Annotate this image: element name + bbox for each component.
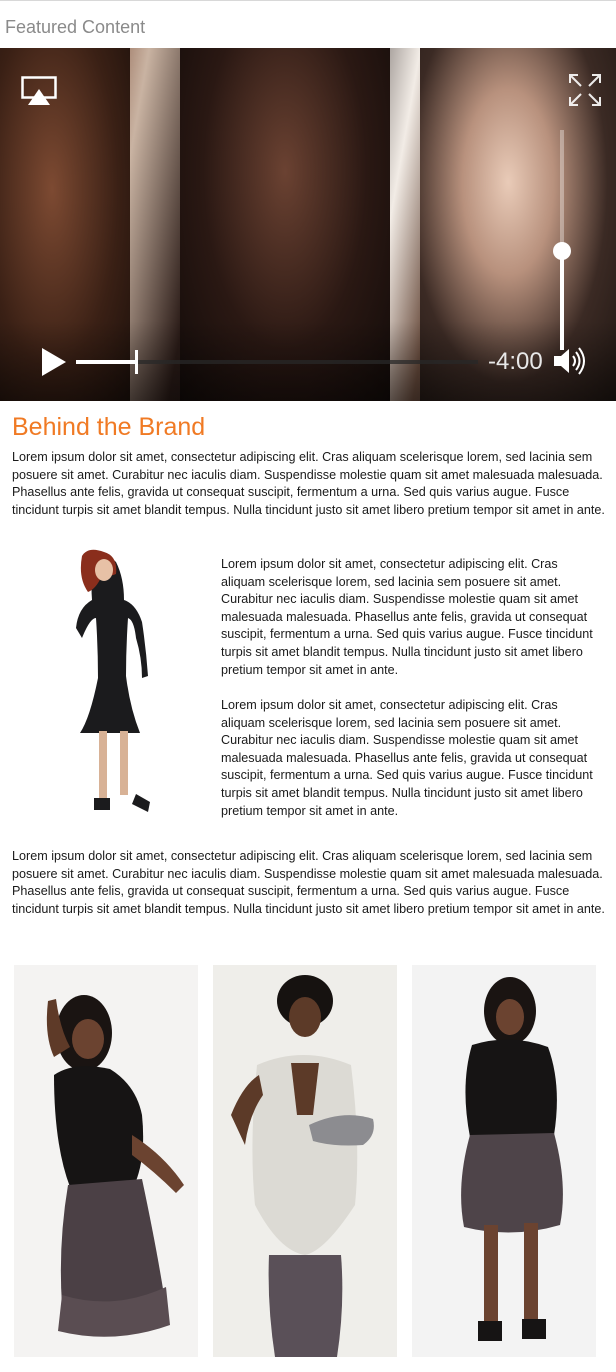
gallery-photo[interactable] [412,965,596,1357]
model-figure [46,995,184,1337]
seek-bar-progress [76,360,137,364]
fullscreen-expand-icon[interactable] [567,72,603,108]
article-paragraph: Lorem ipsum dolor sit amet, consectetur … [12,849,605,916]
model-figure [231,975,374,1357]
volume-slider-track[interactable] [560,130,564,350]
article-paragraph: Lorem ipsum dolor sit amet, consectetur … [12,450,605,517]
gallery-photo[interactable] [213,965,397,1357]
time-remaining: -4:00 [488,348,543,375]
volume-slider-handle[interactable] [553,242,571,260]
article-title: Behind the Brand [12,413,206,441]
model-figure [461,977,563,1341]
play-icon[interactable] [40,346,68,378]
model-photo [76,549,150,812]
article-paragraph: Lorem ipsum dolor sit amet, consectetur … [221,698,593,818]
seek-bar-handle[interactable] [135,350,139,374]
video-player[interactable]: -4:00 [0,48,616,401]
gallery-photo[interactable] [14,965,198,1357]
airplay-icon[interactable] [21,76,57,106]
featured-content-title: Featured Content [5,17,146,37]
speaker-volume-icon[interactable] [552,346,586,376]
featured-header: Featured Content [0,1,616,48]
volume-slider-fill [560,251,564,350]
article-paragraph: Lorem ipsum dolor sit amet, consectetur … [221,557,593,677]
